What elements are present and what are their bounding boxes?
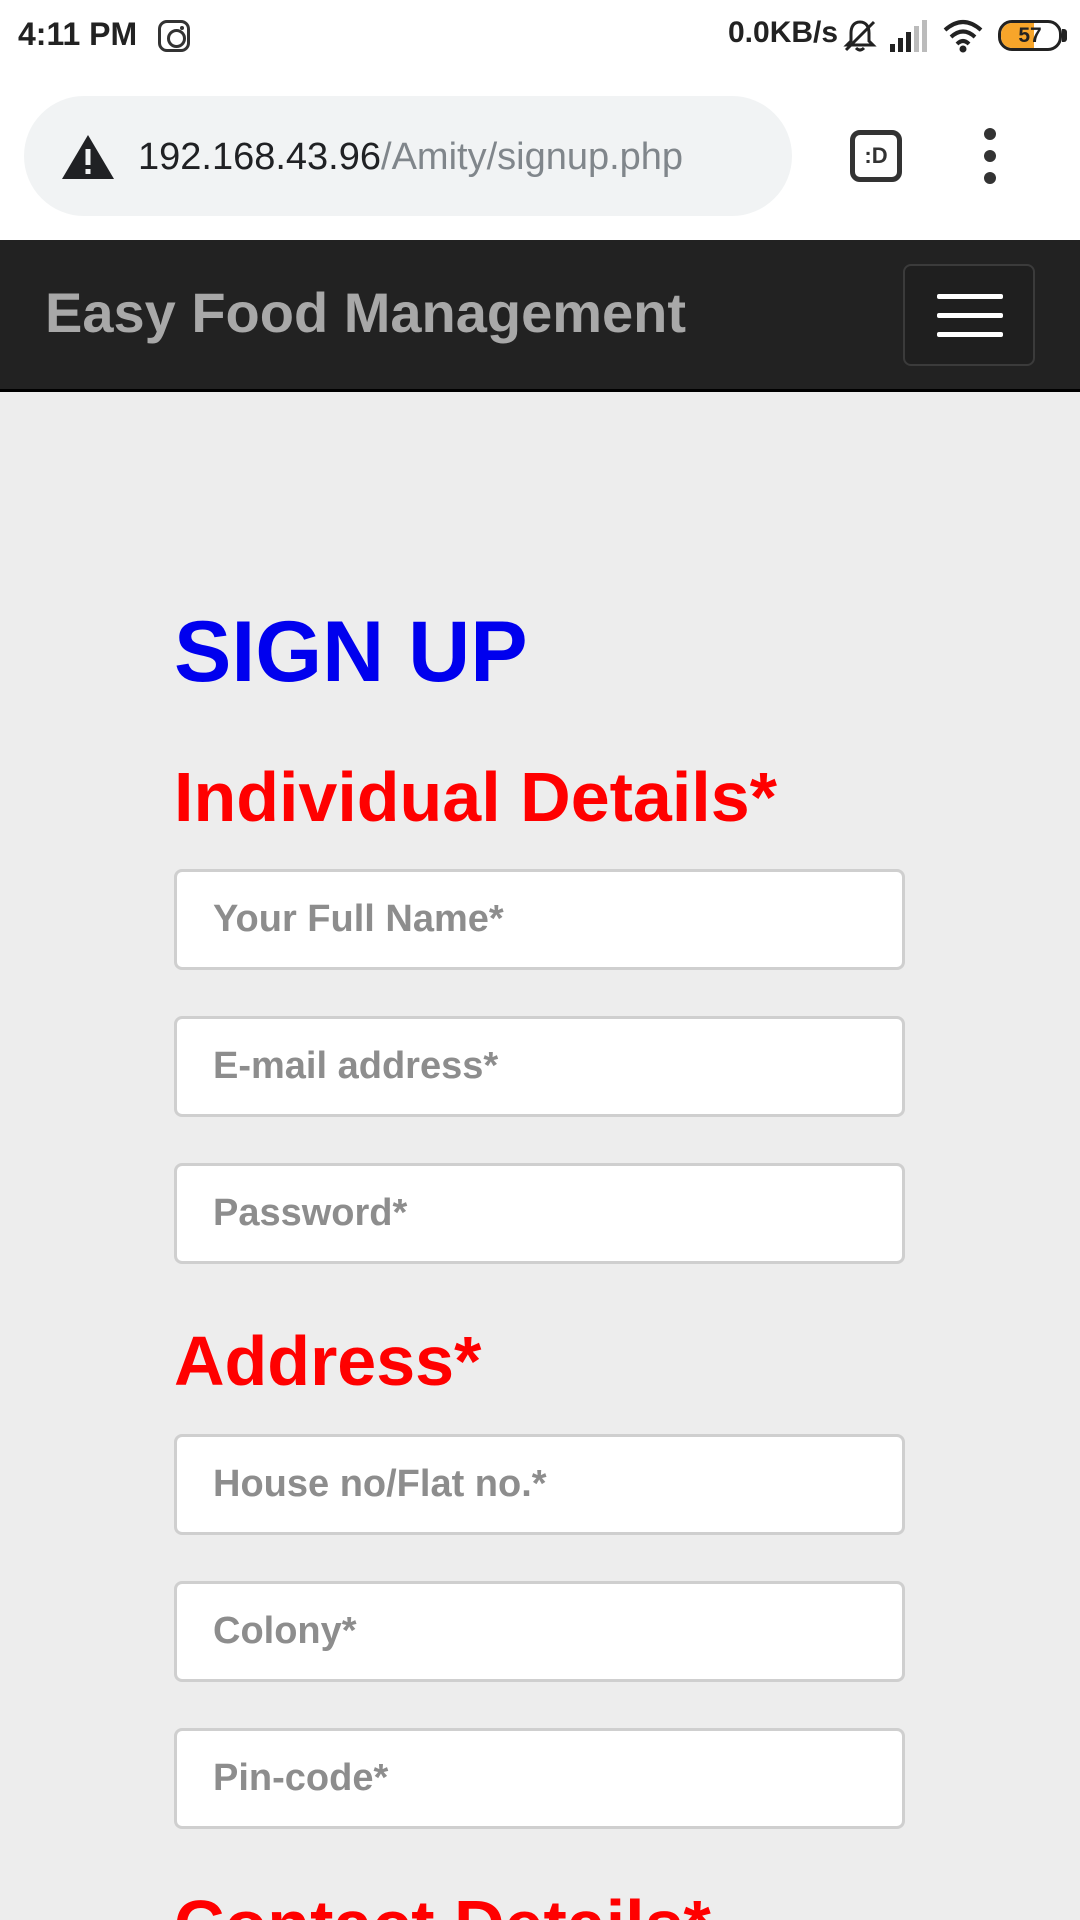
hamburger-icon <box>937 332 1003 337</box>
navbar-brand[interactable]: Easy Food Management <box>45 280 686 345</box>
status-bar: 4:11 PM 0.0KB/s 57 <box>0 0 1080 72</box>
hamburger-icon <box>937 313 1003 318</box>
password-input[interactable] <box>174 1163 905 1264</box>
network-speed: 0.0KB/s <box>728 16 839 49</box>
section-title-contact: Contact Details* <box>174 1885 711 1920</box>
battery-level: 57 <box>1018 24 1042 47</box>
wifi-icon <box>943 20 983 53</box>
battery-tip <box>1062 29 1067 42</box>
navbar-toggle-button[interactable] <box>903 264 1035 366</box>
more-vert-icon[interactable] <box>984 128 998 184</box>
instagram-icon <box>158 20 190 52</box>
address-bar[interactable]: 192.168.43.96/Amity/signup.php <box>24 96 792 216</box>
page-title: SIGN UP <box>174 604 528 700</box>
navbar: Easy Food Management <box>0 240 1080 392</box>
bell-muted-icon <box>843 20 877 52</box>
colony-input[interactable] <box>174 1581 905 1682</box>
section-title-address: Address* <box>174 1322 482 1400</box>
status-time: 4:11 PM <box>18 16 138 52</box>
hamburger-icon <box>937 294 1003 299</box>
full-name-input[interactable] <box>174 869 905 970</box>
warning-icon[interactable] <box>60 132 116 182</box>
house-number-input[interactable] <box>174 1434 905 1535</box>
url-path: /Amity/signup.php <box>381 136 684 178</box>
section-title-individual: Individual Details* <box>174 758 777 836</box>
pincode-input[interactable] <box>174 1728 905 1829</box>
email-input[interactable] <box>174 1016 905 1117</box>
browser-toolbar: 192.168.43.96/Amity/signup.php :D <box>0 72 1080 240</box>
signup-form: SIGN UP Individual Details* Address* Con… <box>0 395 1080 1920</box>
tab-switcher-button[interactable]: :D <box>850 130 902 182</box>
signal-icon <box>890 20 927 52</box>
url-host: 192.168.43.96 <box>138 136 382 178</box>
battery-icon: 57 <box>998 20 1062 51</box>
url-text[interactable]: 192.168.43.96/Amity/signup.php <box>138 136 683 179</box>
